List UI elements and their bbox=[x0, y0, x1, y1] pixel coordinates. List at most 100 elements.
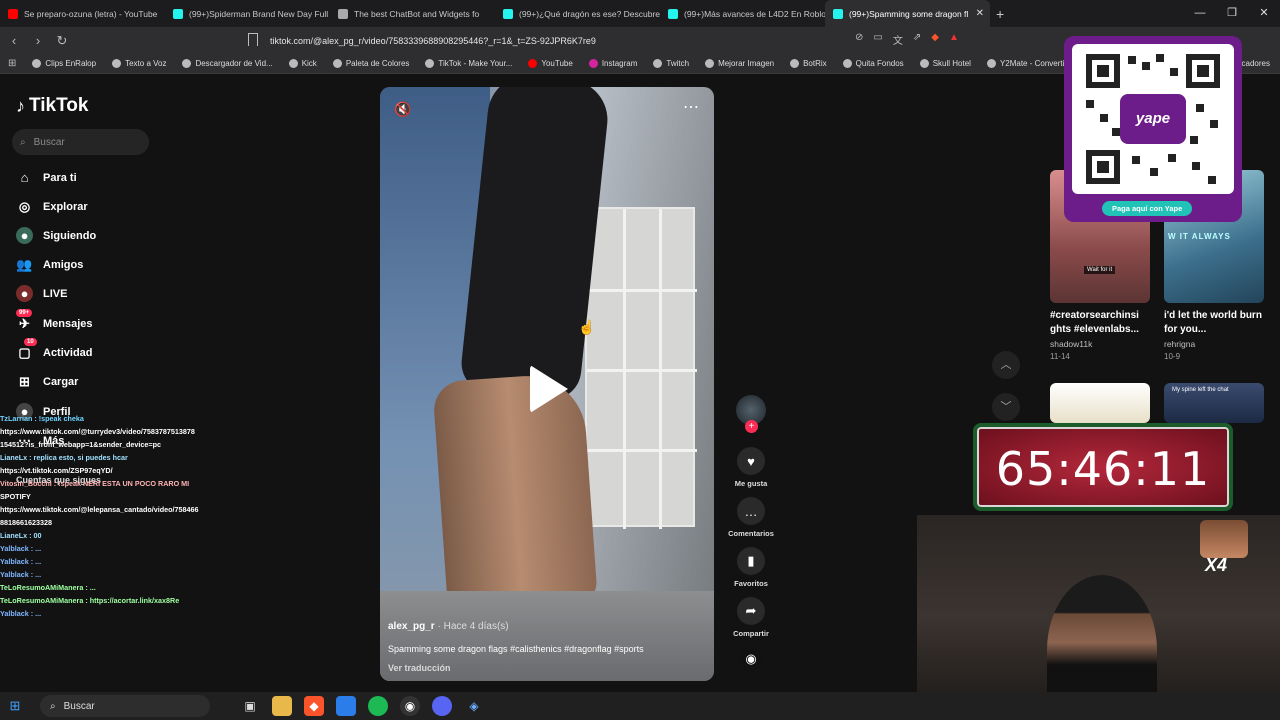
bookmark-favicon-icon bbox=[919, 59, 929, 68]
friends-icon: 👥 bbox=[16, 256, 33, 272]
bookmark-item[interactable]: YouTube bbox=[522, 59, 578, 68]
mute-icon[interactable]: 🔇 bbox=[394, 101, 411, 118]
chat-line: 8818661623328 bbox=[0, 518, 52, 527]
like-button[interactable]: ♥ Me gusta bbox=[720, 447, 782, 488]
translate-button[interactable]: Ver traducción bbox=[388, 663, 706, 673]
bookmark-label: Twitch bbox=[666, 59, 690, 68]
windows-start-icon[interactable]: ⊞ bbox=[0, 698, 30, 714]
bookmark-item[interactable]: Quita Fondos bbox=[837, 59, 910, 68]
bookmark-item[interactable]: Clips EnRalop bbox=[26, 59, 102, 68]
back-icon[interactable]: ‹ bbox=[4, 33, 24, 48]
browser-tab-active[interactable]: (99+)Spamming some dragon fl ✕ bbox=[825, 0, 990, 27]
restore-icon[interactable]: ❐ bbox=[1216, 0, 1248, 27]
sidebar-item-para-ti[interactable]: ⌂ Para ti bbox=[16, 169, 77, 186]
bookmark-item[interactable]: Paleta de Colores bbox=[327, 59, 416, 68]
share-page-icon[interactable]: ⇗ bbox=[913, 32, 921, 47]
action-label: Me gusta bbox=[734, 479, 768, 488]
browser-tab[interactable]: Se preparo-ozuna (letra) - YouTube bbox=[0, 0, 165, 27]
bookmark-page-icon[interactable] bbox=[248, 33, 258, 46]
file-explorer-icon[interactable] bbox=[272, 696, 292, 716]
brave-browser-icon[interactable]: ◆ bbox=[304, 696, 324, 716]
browser-tab-bar: Se preparo-ozuna (letra) - YouTube (99+)… bbox=[0, 0, 1280, 27]
microsoft-store-icon[interactable] bbox=[336, 696, 356, 716]
more-options-icon[interactable]: ⋯ bbox=[683, 97, 700, 117]
apps-grid-icon[interactable]: ⊞ bbox=[8, 58, 16, 69]
card-thumbnail: My spine left the chat bbox=[1164, 383, 1264, 423]
bookmark-item[interactable]: Kick bbox=[283, 59, 323, 68]
new-tab-button[interactable]: + bbox=[996, 6, 1004, 22]
bookmark-favicon-icon bbox=[112, 59, 122, 68]
video-frame-shelf bbox=[585, 207, 697, 529]
close-tab-icon[interactable]: ✕ bbox=[976, 8, 984, 19]
sidebar-item-cargar[interactable]: ⊞ Cargar bbox=[16, 373, 78, 390]
share-button[interactable]: ➦ Compartir bbox=[720, 597, 782, 638]
compass-icon: ◎ bbox=[18, 198, 31, 214]
chevron-down-icon: ﹀ bbox=[1000, 401, 1012, 413]
discord-icon[interactable] bbox=[432, 696, 452, 716]
bookmark-label: cadores bbox=[1241, 59, 1270, 68]
browser-tab[interactable]: (99+)Spiderman Brand New Day Full bbox=[165, 0, 330, 27]
sidebar-item-label: Siguiendo bbox=[43, 229, 97, 242]
bookmark-label: Instagram bbox=[601, 59, 638, 68]
translate-icon[interactable]: 文 bbox=[893, 32, 903, 47]
bookmark-item[interactable]: Descargador de Vid... bbox=[176, 59, 278, 68]
play-icon[interactable] bbox=[530, 365, 568, 413]
browser-tab[interactable]: (99+)¿Qué dragón es ese? Descubre bbox=[495, 0, 660, 27]
sidebar-item-explorar[interactable]: ◎ Explorar bbox=[16, 198, 88, 215]
yape-qr-overlay: yape Paga aquí con Yape bbox=[1064, 36, 1242, 222]
close-window-icon[interactable]: ✕ bbox=[1248, 0, 1280, 27]
bookmark-item[interactable]: Twitch bbox=[647, 59, 695, 68]
sidebar-item-label: Mensajes bbox=[43, 317, 93, 330]
windows-taskbar: ⊞ ⌕ Buscar ▣ ◆ ◉ ◈ bbox=[0, 692, 1280, 720]
search-icon: ⌕ bbox=[20, 136, 26, 148]
timer-value: 65:46:11 bbox=[995, 442, 1211, 496]
following-avatar-icon: ● bbox=[16, 227, 33, 244]
browser-tab[interactable]: The best ChatBot and Widgets fo bbox=[330, 0, 495, 27]
obs-icon[interactable]: ◉ bbox=[400, 696, 420, 716]
bookmark-favicon-icon bbox=[986, 59, 996, 68]
brave-shield-icon[interactable]: ◆ bbox=[931, 32, 939, 47]
no-tracking-icon[interactable]: ⊘ bbox=[855, 32, 863, 47]
sidebar-item-live[interactable]: ● LIVE bbox=[16, 285, 67, 302]
music-disc[interactable]: ◉ bbox=[720, 647, 782, 671]
rewards-icon[interactable]: ▲ bbox=[949, 32, 959, 47]
task-view-icon[interactable]: ▣ bbox=[240, 696, 260, 716]
video-author[interactable]: alex_pg_r · Hace 4 días(s) bbox=[388, 621, 706, 632]
sidebar-item-label: Explorar bbox=[43, 200, 88, 213]
reload-icon[interactable]: ↻ bbox=[52, 33, 72, 49]
minimize-icon[interactable]: — bbox=[1184, 0, 1216, 27]
favorites-button[interactable]: ▮ Favoritos bbox=[720, 547, 782, 588]
video-player[interactable]: 🔇 ⋯ alex_pg_r · Hace 4 días(s) Spamming … bbox=[380, 87, 714, 681]
comments-button[interactable]: … Comentarios bbox=[720, 497, 782, 538]
browser-tab[interactable]: (99+)Más avances de L4D2 En Roblo bbox=[660, 0, 825, 27]
chat-line: Yalblack : ... bbox=[0, 557, 42, 566]
recommended-card[interactable]: My spine left the chat bbox=[1164, 383, 1264, 423]
taskbar-search[interactable]: ⌕ Buscar bbox=[40, 695, 210, 717]
bookmark-item[interactable]: Mejorar Imagen bbox=[699, 59, 780, 68]
bookmark-item[interactable]: Texto a Voz bbox=[106, 59, 172, 68]
search-input[interactable]: ⌕ Buscar bbox=[12, 129, 149, 155]
bookmark-label: TikTok - Make Your... bbox=[438, 59, 513, 68]
sidebar-item-siguiendo[interactable]: ● Siguiendo bbox=[16, 227, 96, 244]
previous-video-button[interactable]: ︿ bbox=[992, 351, 1020, 379]
bookmark-item[interactable]: TikTok - Make Your... bbox=[419, 59, 518, 68]
recommended-card[interactable] bbox=[1050, 383, 1150, 423]
app-icon[interactable]: ◈ bbox=[464, 696, 484, 716]
window-controls: — ❐ ✕ bbox=[1184, 0, 1280, 27]
next-video-button[interactable]: ﹀ bbox=[992, 393, 1020, 421]
bookmark-item[interactable]: Instagram bbox=[583, 59, 644, 68]
follow-plus-icon[interactable]: + bbox=[745, 420, 758, 433]
heart-icon: ♥ bbox=[737, 447, 765, 475]
sidebar-item-actividad[interactable]: ▢ 10 Actividad bbox=[16, 338, 93, 361]
tiktok-logo[interactable]: ♪ TikTok bbox=[16, 95, 88, 117]
sidebar-item-mensajes[interactable]: ✈ 99+ Mensajes bbox=[16, 309, 93, 332]
bookmark-item[interactable]: BotRix bbox=[784, 59, 833, 68]
forward-icon[interactable]: › bbox=[28, 33, 48, 48]
cast-icon[interactable]: ▭ bbox=[873, 32, 882, 47]
spotify-icon[interactable] bbox=[368, 696, 388, 716]
video-meta: alex_pg_r · Hace 4 días(s) Spamming some… bbox=[388, 621, 706, 673]
creator-avatar[interactable]: + bbox=[736, 395, 766, 433]
bookmark-item[interactable]: Skull Hotel bbox=[914, 59, 977, 68]
sidebar-item-amigos[interactable]: 👥 Amigos bbox=[16, 256, 83, 273]
tiktok-favicon-icon bbox=[503, 8, 513, 19]
